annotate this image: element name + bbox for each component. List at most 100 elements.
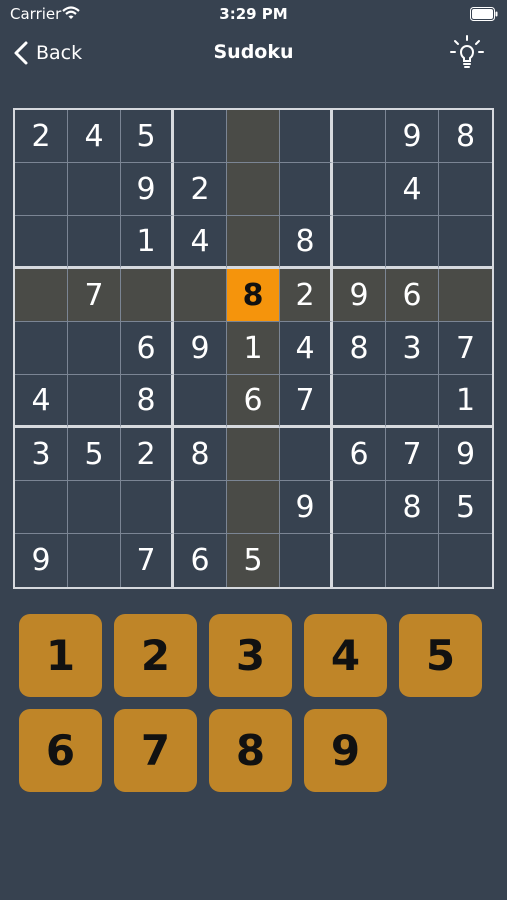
sudoku-cell-r1-c4[interactable]: [174, 110, 227, 163]
sudoku-cell-r5-c9[interactable]: 7: [439, 322, 492, 375]
number-key-7[interactable]: 7: [114, 709, 197, 792]
battery-icon: [470, 7, 498, 21]
sudoku-cell-r3-c1[interactable]: [15, 216, 68, 269]
sudoku-cell-r1-c9[interactable]: 8: [439, 110, 492, 163]
sudoku-cell-r5-c2[interactable]: [68, 322, 121, 375]
sudoku-board: 2459892414878296691483748671352867998597…: [13, 108, 494, 589]
sudoku-cell-r4-c5[interactable]: 8: [227, 269, 280, 322]
sudoku-cell-r5-c6[interactable]: 4: [280, 322, 333, 375]
sudoku-cell-r2-c2[interactable]: [68, 163, 121, 216]
number-key-6[interactable]: 6: [19, 709, 102, 792]
sudoku-cell-r1-c2[interactable]: 4: [68, 110, 121, 163]
sudoku-cell-r9-c3[interactable]: 7: [121, 534, 174, 587]
page-title: Sudoku: [213, 41, 294, 63]
sudoku-cell-r7-c6[interactable]: [280, 428, 333, 481]
sudoku-cell-r4-c1[interactable]: [15, 269, 68, 322]
sudoku-cell-r2-c3[interactable]: 9: [121, 163, 174, 216]
sudoku-cell-r6-c3[interactable]: 8: [121, 375, 174, 428]
sudoku-cell-r7-c3[interactable]: 2: [121, 428, 174, 481]
sudoku-cell-r5-c7[interactable]: 8: [333, 322, 386, 375]
number-key-2[interactable]: 2: [114, 614, 197, 697]
sudoku-cell-r9-c9[interactable]: [439, 534, 492, 587]
sudoku-cell-r2-c7[interactable]: [333, 163, 386, 216]
sudoku-cell-r1-c8[interactable]: 9: [386, 110, 439, 163]
sudoku-cell-r7-c9[interactable]: 9: [439, 428, 492, 481]
sudoku-cell-r4-c2[interactable]: 7: [68, 269, 121, 322]
sudoku-cell-r9-c7[interactable]: [333, 534, 386, 587]
status-bar: Carrier 3:29 PM: [0, 0, 507, 28]
sudoku-cell-r1-c1[interactable]: 2: [15, 110, 68, 163]
sudoku-cell-r5-c5[interactable]: 1: [227, 322, 280, 375]
sudoku-cell-r1-c6[interactable]: [280, 110, 333, 163]
sudoku-cell-r8-c4[interactable]: [174, 481, 227, 534]
sudoku-cell-r8-c2[interactable]: [68, 481, 121, 534]
number-key-9[interactable]: 9: [304, 709, 387, 792]
sudoku-cell-r3-c9[interactable]: [439, 216, 492, 269]
sudoku-cell-r8-c8[interactable]: 8: [386, 481, 439, 534]
sudoku-cell-r7-c8[interactable]: 7: [386, 428, 439, 481]
sudoku-cell-r9-c5[interactable]: 5: [227, 534, 280, 587]
sudoku-cell-r8-c3[interactable]: [121, 481, 174, 534]
sudoku-cell-r8-c6[interactable]: 9: [280, 481, 333, 534]
sudoku-cell-r7-c1[interactable]: 3: [15, 428, 68, 481]
number-key-8[interactable]: 8: [209, 709, 292, 792]
navigation-bar: Back Sudoku: [0, 28, 507, 78]
number-keypad: 12345 6789: [19, 614, 489, 794]
number-key-1[interactable]: 1: [19, 614, 102, 697]
sudoku-cell-r1-c7[interactable]: [333, 110, 386, 163]
sudoku-cell-r8-c5[interactable]: [227, 481, 280, 534]
sudoku-cell-r3-c7[interactable]: [333, 216, 386, 269]
sudoku-cell-r9-c6[interactable]: [280, 534, 333, 587]
sudoku-cell-r6-c6[interactable]: 7: [280, 375, 333, 428]
sudoku-cell-r8-c7[interactable]: [333, 481, 386, 534]
sudoku-cell-r6-c7[interactable]: [333, 375, 386, 428]
sudoku-cell-r6-c4[interactable]: [174, 375, 227, 428]
sudoku-cell-r7-c4[interactable]: 8: [174, 428, 227, 481]
sudoku-cell-r9-c2[interactable]: [68, 534, 121, 587]
sudoku-cell-r3-c6[interactable]: 8: [280, 216, 333, 269]
sudoku-cell-r1-c3[interactable]: 5: [121, 110, 174, 163]
sudoku-cell-r4-c3[interactable]: [121, 269, 174, 322]
sudoku-cell-r2-c9[interactable]: [439, 163, 492, 216]
sudoku-cell-r5-c1[interactable]: [15, 322, 68, 375]
sudoku-cell-r6-c2[interactable]: [68, 375, 121, 428]
sudoku-cell-r3-c2[interactable]: [68, 216, 121, 269]
sudoku-cell-r3-c4[interactable]: 4: [174, 216, 227, 269]
sudoku-cell-r4-c7[interactable]: 9: [333, 269, 386, 322]
sudoku-cell-r6-c1[interactable]: 4: [15, 375, 68, 428]
lightbulb-icon: [450, 35, 484, 68]
sudoku-cell-r3-c8[interactable]: [386, 216, 439, 269]
hint-button[interactable]: [448, 34, 486, 72]
sudoku-cell-r2-c8[interactable]: 4: [386, 163, 439, 216]
sudoku-cell-r1-c5[interactable]: [227, 110, 280, 163]
sudoku-cell-r7-c7[interactable]: 6: [333, 428, 386, 481]
sudoku-grid: 2459892414878296691483748671352867998597…: [15, 110, 492, 587]
sudoku-cell-r4-c8[interactable]: 6: [386, 269, 439, 322]
number-key-3[interactable]: 3: [209, 614, 292, 697]
sudoku-cell-r7-c5[interactable]: [227, 428, 280, 481]
number-key-5[interactable]: 5: [399, 614, 482, 697]
sudoku-cell-r3-c5[interactable]: [227, 216, 280, 269]
sudoku-cell-r2-c5[interactable]: [227, 163, 280, 216]
sudoku-cell-r2-c1[interactable]: [15, 163, 68, 216]
sudoku-cell-r6-c5[interactable]: 6: [227, 375, 280, 428]
sudoku-cell-r5-c8[interactable]: 3: [386, 322, 439, 375]
sudoku-cell-r8-c9[interactable]: 5: [439, 481, 492, 534]
sudoku-cell-r4-c6[interactable]: 2: [280, 269, 333, 322]
sudoku-cell-r6-c9[interactable]: 1: [439, 375, 492, 428]
sudoku-cell-r4-c4[interactable]: [174, 269, 227, 322]
sudoku-cell-r2-c6[interactable]: [280, 163, 333, 216]
sudoku-cell-r5-c3[interactable]: 6: [121, 322, 174, 375]
sudoku-cell-r9-c4[interactable]: 6: [174, 534, 227, 587]
sudoku-cell-r2-c4[interactable]: 2: [174, 163, 227, 216]
number-key-4[interactable]: 4: [304, 614, 387, 697]
sudoku-cell-r7-c2[interactable]: 5: [68, 428, 121, 481]
sudoku-cell-r5-c4[interactable]: 9: [174, 322, 227, 375]
sudoku-cell-r3-c3[interactable]: 1: [121, 216, 174, 269]
sudoku-cell-r8-c1[interactable]: [15, 481, 68, 534]
status-time: 3:29 PM: [219, 5, 288, 23]
sudoku-cell-r9-c1[interactable]: 9: [15, 534, 68, 587]
sudoku-cell-r4-c9[interactable]: [439, 269, 492, 322]
sudoku-cell-r9-c8[interactable]: [386, 534, 439, 587]
sudoku-cell-r6-c8[interactable]: [386, 375, 439, 428]
